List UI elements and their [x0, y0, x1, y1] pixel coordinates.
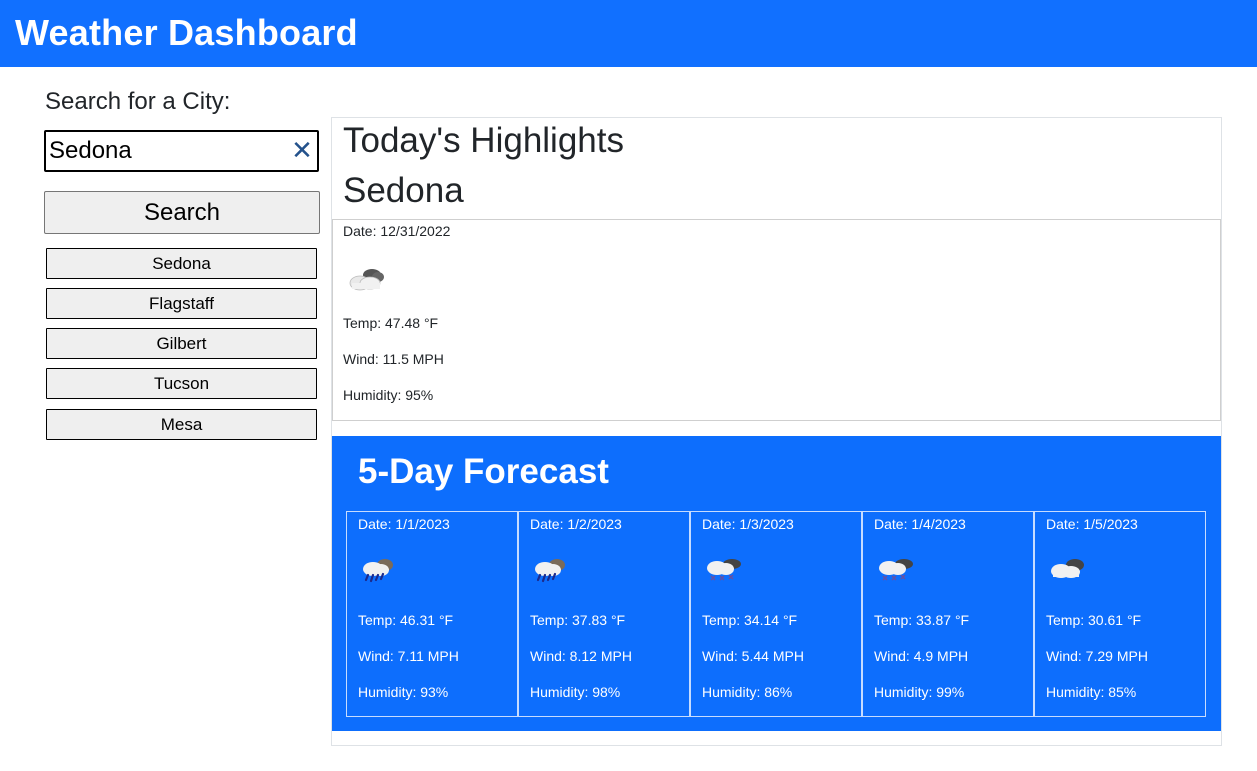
- forecast-card: Date: 1/4/2023 Temp: 33.87 °F Wind: 4.9 …: [862, 511, 1034, 717]
- snow-cloud-icon: [703, 554, 745, 589]
- forecast-humidity: Humidity: 99%: [874, 684, 965, 700]
- today-temp: Temp: 47.48 °F: [343, 315, 439, 331]
- highlights-heading: Today's Highlights: [343, 121, 624, 160]
- forecast-humidity: Humidity: 98%: [530, 684, 621, 700]
- forecast-wind: Wind: 4.9 MPH: [874, 648, 969, 664]
- forecast-humidity: Humidity: 85%: [1046, 684, 1137, 700]
- rain-cloud-icon: [359, 554, 399, 589]
- forecast-date: Date: 1/5/2023: [1046, 516, 1138, 532]
- forecast-heading: 5-Day Forecast: [358, 452, 609, 491]
- city-name: Sedona: [343, 171, 464, 210]
- history-button-sedona[interactable]: Sedona: [46, 248, 317, 279]
- search-button[interactable]: Search: [44, 191, 320, 234]
- snow-cloud-icon: [875, 554, 917, 589]
- today-date: Date: 12/31/2022: [343, 223, 451, 239]
- cloudy-icon: [1047, 554, 1089, 589]
- today-humidity: Humidity: 95%: [343, 387, 434, 403]
- history-button-mesa[interactable]: Mesa: [46, 409, 317, 440]
- history-button-flagstaff[interactable]: Flagstaff: [46, 288, 317, 319]
- forecast-temp: Temp: 30.61 °F: [1046, 612, 1142, 628]
- forecast-date: Date: 1/1/2023: [358, 516, 450, 532]
- forecast-card: Date: 1/5/2023 Temp: 30.61 °F Wind: 7.29…: [1034, 511, 1206, 717]
- forecast-section: 5-Day Forecast Date: 1/1/2023 Temp: 46.3…: [332, 436, 1221, 731]
- search-input[interactable]: [49, 136, 287, 166]
- forecast-wind: Wind: 8.12 MPH: [530, 648, 632, 664]
- history-button-gilbert[interactable]: Gilbert: [46, 328, 317, 359]
- app-title: Weather Dashboard: [15, 12, 358, 53]
- forecast-date: Date: 1/3/2023: [702, 516, 794, 532]
- forecast-temp: Temp: 34.14 °F: [702, 612, 798, 628]
- forecast-wind: Wind: 7.29 MPH: [1046, 648, 1148, 664]
- cloudy-icon: [346, 264, 388, 294]
- forecast-humidity: Humidity: 93%: [358, 684, 449, 700]
- forecast-card: Date: 1/3/2023 Temp: 34.14 °F Wind: 5.44…: [690, 511, 862, 717]
- search-field[interactable]: ✕: [44, 130, 319, 172]
- forecast-date: Date: 1/4/2023: [874, 516, 966, 532]
- app-header: Weather Dashboard: [0, 0, 1257, 67]
- close-icon[interactable]: ✕: [291, 137, 313, 163]
- forecast-card: Date: 1/1/2023 Temp: 46.31 °F Wind: 7.11…: [346, 511, 518, 717]
- today-wind: Wind: 11.5 MPH: [343, 351, 444, 367]
- forecast-card: Date: 1/2/2023 Temp: 37.83 °F Wind: 8.12…: [518, 511, 690, 717]
- search-label: Search for a City:: [45, 88, 231, 115]
- forecast-date: Date: 1/2/2023: [530, 516, 622, 532]
- today-card: [332, 219, 1221, 421]
- forecast-temp: Temp: 46.31 °F: [358, 612, 454, 628]
- rain-cloud-icon: [531, 554, 571, 589]
- history-button-tucson[interactable]: Tucson: [46, 368, 317, 399]
- forecast-humidity: Humidity: 86%: [702, 684, 793, 700]
- forecast-wind: Wind: 5.44 MPH: [702, 648, 804, 664]
- forecast-wind: Wind: 7.11 MPH: [358, 648, 459, 664]
- forecast-temp: Temp: 37.83 °F: [530, 612, 626, 628]
- forecast-temp: Temp: 33.87 °F: [874, 612, 970, 628]
